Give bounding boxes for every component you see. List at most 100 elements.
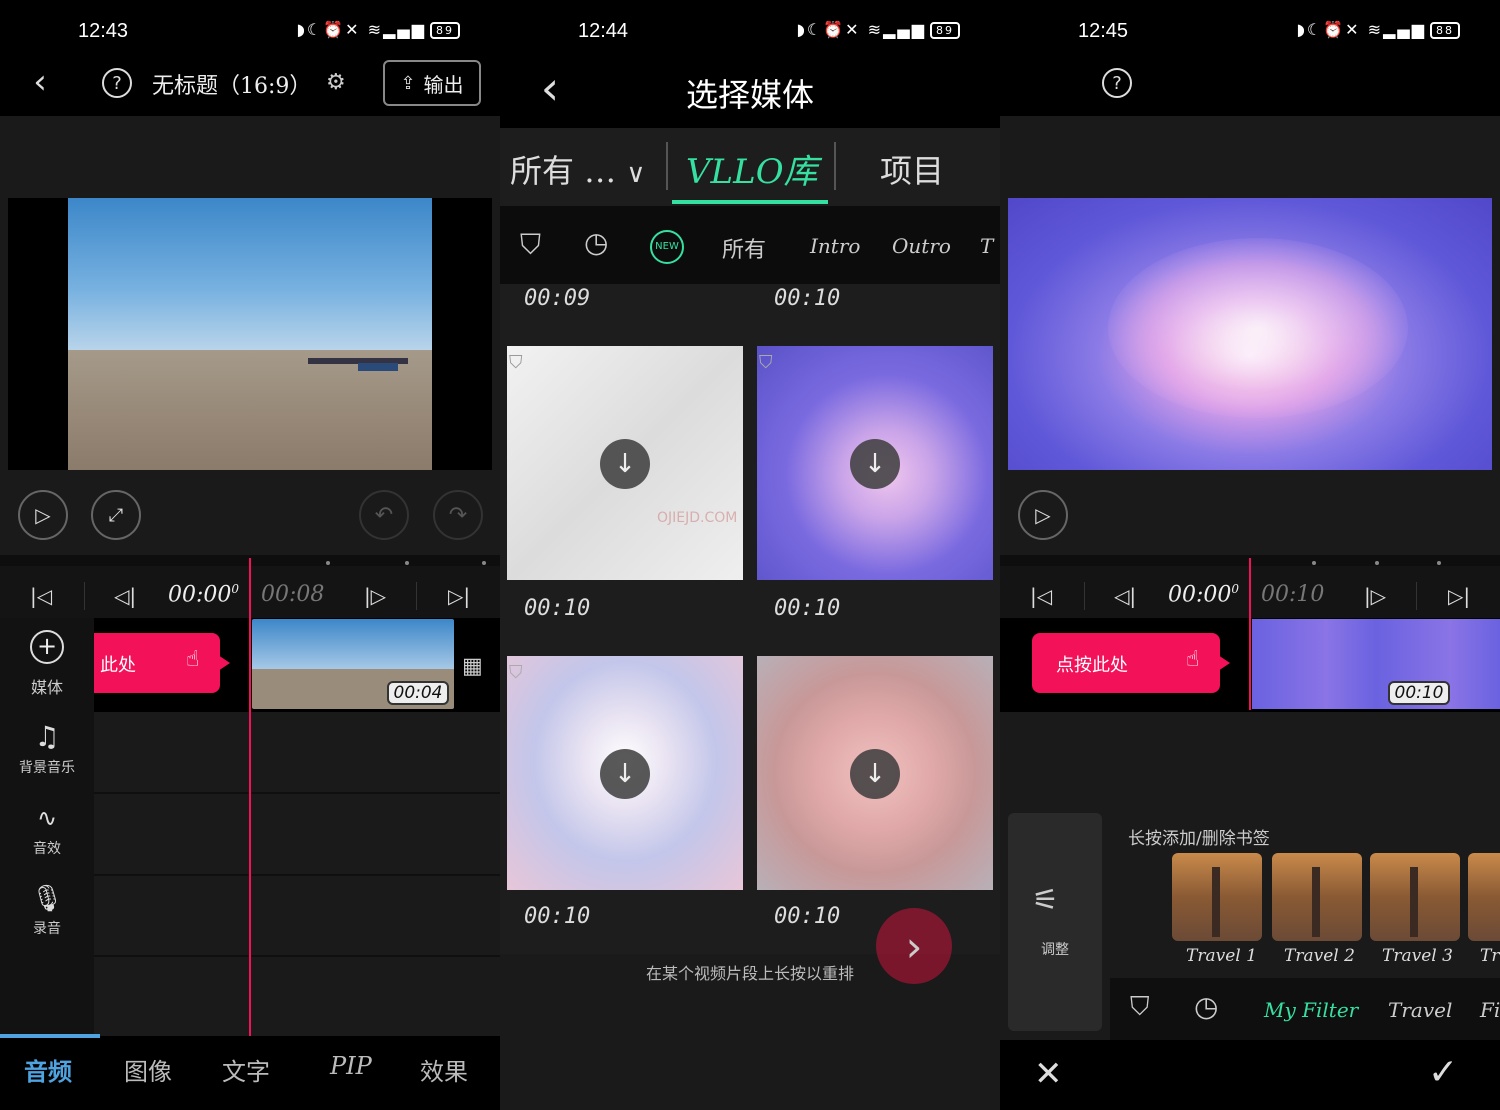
filter-thumb-more[interactable] <box>1468 853 1500 941</box>
play-icon[interactable]: ▷ <box>1018 490 1068 540</box>
download-icon[interactable]: ↓ <box>600 749 650 799</box>
side-item-media[interactable]: + 媒体 <box>0 630 94 698</box>
fullscreen-icon[interactable]: ⤢ <box>91 490 141 540</box>
media-thumb-paper[interactable]: ⛉ OJIEJD.COM ↓ <box>507 346 743 580</box>
tab-image[interactable]: 图像 <box>124 1052 172 1087</box>
next-frame-icon[interactable]: |▷ <box>1358 580 1392 612</box>
waveform-icon: ∿ <box>36 804 58 832</box>
tab-all-albums[interactable]: 所有 … ∨ <box>510 146 645 192</box>
download-icon[interactable]: ↓ <box>850 439 900 489</box>
boat <box>358 363 398 371</box>
tab-more[interactable]: Fi <box>1480 998 1500 1022</box>
playhead[interactable] <box>249 558 251 1036</box>
adjust-button[interactable]: ⚟ 调整 <box>1008 813 1102 1031</box>
clip-sky <box>252 619 454 669</box>
undo-icon[interactable]: ↶ <box>359 490 409 540</box>
gear-icon[interactable]: ⚙ <box>326 70 346 95</box>
next-button[interactable]: › <box>876 908 952 984</box>
total-time: 00:08 <box>261 582 325 607</box>
media-thumb-cloud-pastel[interactable]: ⛉ ↓ <box>507 656 743 890</box>
status-time: 12:43 <box>78 20 129 42</box>
action-bar: ✕ ✓ <box>1000 1040 1500 1110</box>
tab-project[interactable]: 项目 <box>880 146 944 192</box>
tab-text[interactable]: 文字 <box>222 1052 270 1087</box>
tab-vllo-library[interactable]: VLLO库 <box>686 144 818 193</box>
checkmark-icon[interactable]: ✓ <box>1428 1052 1458 1093</box>
close-icon[interactable]: ✕ <box>1034 1054 1063 1094</box>
redo-icon[interactable]: ↷ <box>433 490 483 540</box>
next-frame-icon[interactable]: |▷ <box>358 580 392 612</box>
tab-travel[interactable]: Travel <box>1388 998 1452 1022</box>
category-more[interactable]: T <box>980 234 993 258</box>
side-item-sfx[interactable]: ∿ 音效 <box>0 804 94 858</box>
bubble-arrow <box>1218 655 1230 671</box>
current-time: 00:000 <box>1168 582 1239 607</box>
ruler-dot <box>405 561 409 565</box>
side-item-record[interactable]: 🎙︎ 录音 <box>0 884 94 938</box>
side-item-bgm[interactable]: ♫ 背景音乐 <box>0 720 94 777</box>
tab-pip[interactable]: PIP <box>330 1052 372 1080</box>
clip-duration: 00:10 <box>774 904 841 929</box>
tap-hint-bubble[interactable]: 点按此处 ☝ <box>1032 633 1230 693</box>
skip-end-icon[interactable]: ▷| <box>1442 580 1476 612</box>
download-icon[interactable]: ↓ <box>850 749 900 799</box>
video-clip[interactable]: 00:04 <box>252 619 454 709</box>
status-icons: ◗☾⏰✕ ≋▂▄▆ 89 <box>796 20 960 39</box>
eiffel-icon <box>1212 867 1220 937</box>
filter-thumb-travel-2[interactable] <box>1272 853 1362 941</box>
tab-audio[interactable]: 音频 <box>24 1052 72 1087</box>
skip-start-icon[interactable]: |◁ <box>1024 580 1058 612</box>
bookmark-icon[interactable]: ⛉ <box>759 352 773 373</box>
clip-duration: 00:10 <box>524 596 591 621</box>
grid-icon[interactable]: ▦ <box>462 654 483 679</box>
media-thumb-cloud-purple[interactable]: ⛉ ↓ <box>757 346 993 580</box>
tab-effects[interactable]: 效果 <box>420 1052 468 1087</box>
history-icon[interactable]: ◷ <box>1194 990 1218 1023</box>
play-icon[interactable]: ▷ <box>18 490 68 540</box>
export-label: 输出 <box>423 72 464 97</box>
playhead[interactable] <box>1249 558 1251 710</box>
skip-start-icon[interactable]: |◁ <box>24 580 58 612</box>
new-badge[interactable]: NEW <box>650 230 684 264</box>
back-icon[interactable]: ‹ <box>22 62 58 102</box>
current-time-value: 00:00 <box>1168 582 1232 608</box>
video-clip[interactable]: 00:10 <box>1252 619 1500 709</box>
download-icon[interactable]: ↓ <box>600 439 650 489</box>
bookmark-icon[interactable]: ⛉ <box>1130 992 1150 1023</box>
help-icon[interactable]: ? <box>1102 68 1132 98</box>
filter-label: Tr <box>1480 946 1500 966</box>
category-all[interactable]: 所有 <box>722 232 766 264</box>
bookmark-icon[interactable]: ⛉ <box>520 228 541 262</box>
category-outro[interactable]: Outro <box>892 234 951 258</box>
video-preview[interactable] <box>8 198 492 470</box>
ruler-dot <box>1375 561 1379 565</box>
tab-my-filter[interactable]: My Filter <box>1264 998 1358 1022</box>
divider <box>666 142 668 190</box>
tap-hint-bubble[interactable]: 此处 ☝ <box>94 633 230 693</box>
status-time: 12:44 <box>578 20 629 42</box>
preview-frame <box>68 198 432 470</box>
skip-end-icon[interactable]: ▷| <box>442 580 476 612</box>
project-title[interactable]: 无标题（16:9） <box>152 68 311 100</box>
media-thumb-cloud-pink[interactable]: ↓ <box>757 656 993 890</box>
ruler-dot <box>1437 561 1441 565</box>
current-time-value: 00:00 <box>168 582 232 608</box>
bookmark-icon[interactable]: ⛉ <box>509 662 523 683</box>
video-preview[interactable] <box>1008 198 1492 470</box>
battery-level: 89 <box>930 22 960 39</box>
filter-thumb-travel-3[interactable] <box>1370 853 1460 941</box>
history-icon[interactable]: ◷ <box>584 226 608 259</box>
filter-category-bar: ⛉ ◷ My Filter Travel Fi <box>1110 978 1500 1040</box>
help-icon[interactable]: ? <box>102 68 132 98</box>
filter-thumb-travel-1[interactable] <box>1172 853 1262 941</box>
side-item-label: 背景音乐 <box>19 760 75 776</box>
bookmark-icon[interactable]: ⛉ <box>509 352 523 373</box>
export-button[interactable]: ⇪ 输出 <box>383 60 481 106</box>
prev-frame-icon[interactable]: ◁| <box>1108 580 1142 612</box>
status-time: 12:45 <box>1078 20 1129 42</box>
prev-frame-icon[interactable]: ◁| <box>108 580 142 612</box>
clip-duration: 00:10 <box>524 904 591 929</box>
chevron-down-icon: ∨ <box>626 159 646 189</box>
category-intro[interactable]: Intro <box>810 234 860 258</box>
tap-hint-label: 此处 <box>100 655 136 676</box>
